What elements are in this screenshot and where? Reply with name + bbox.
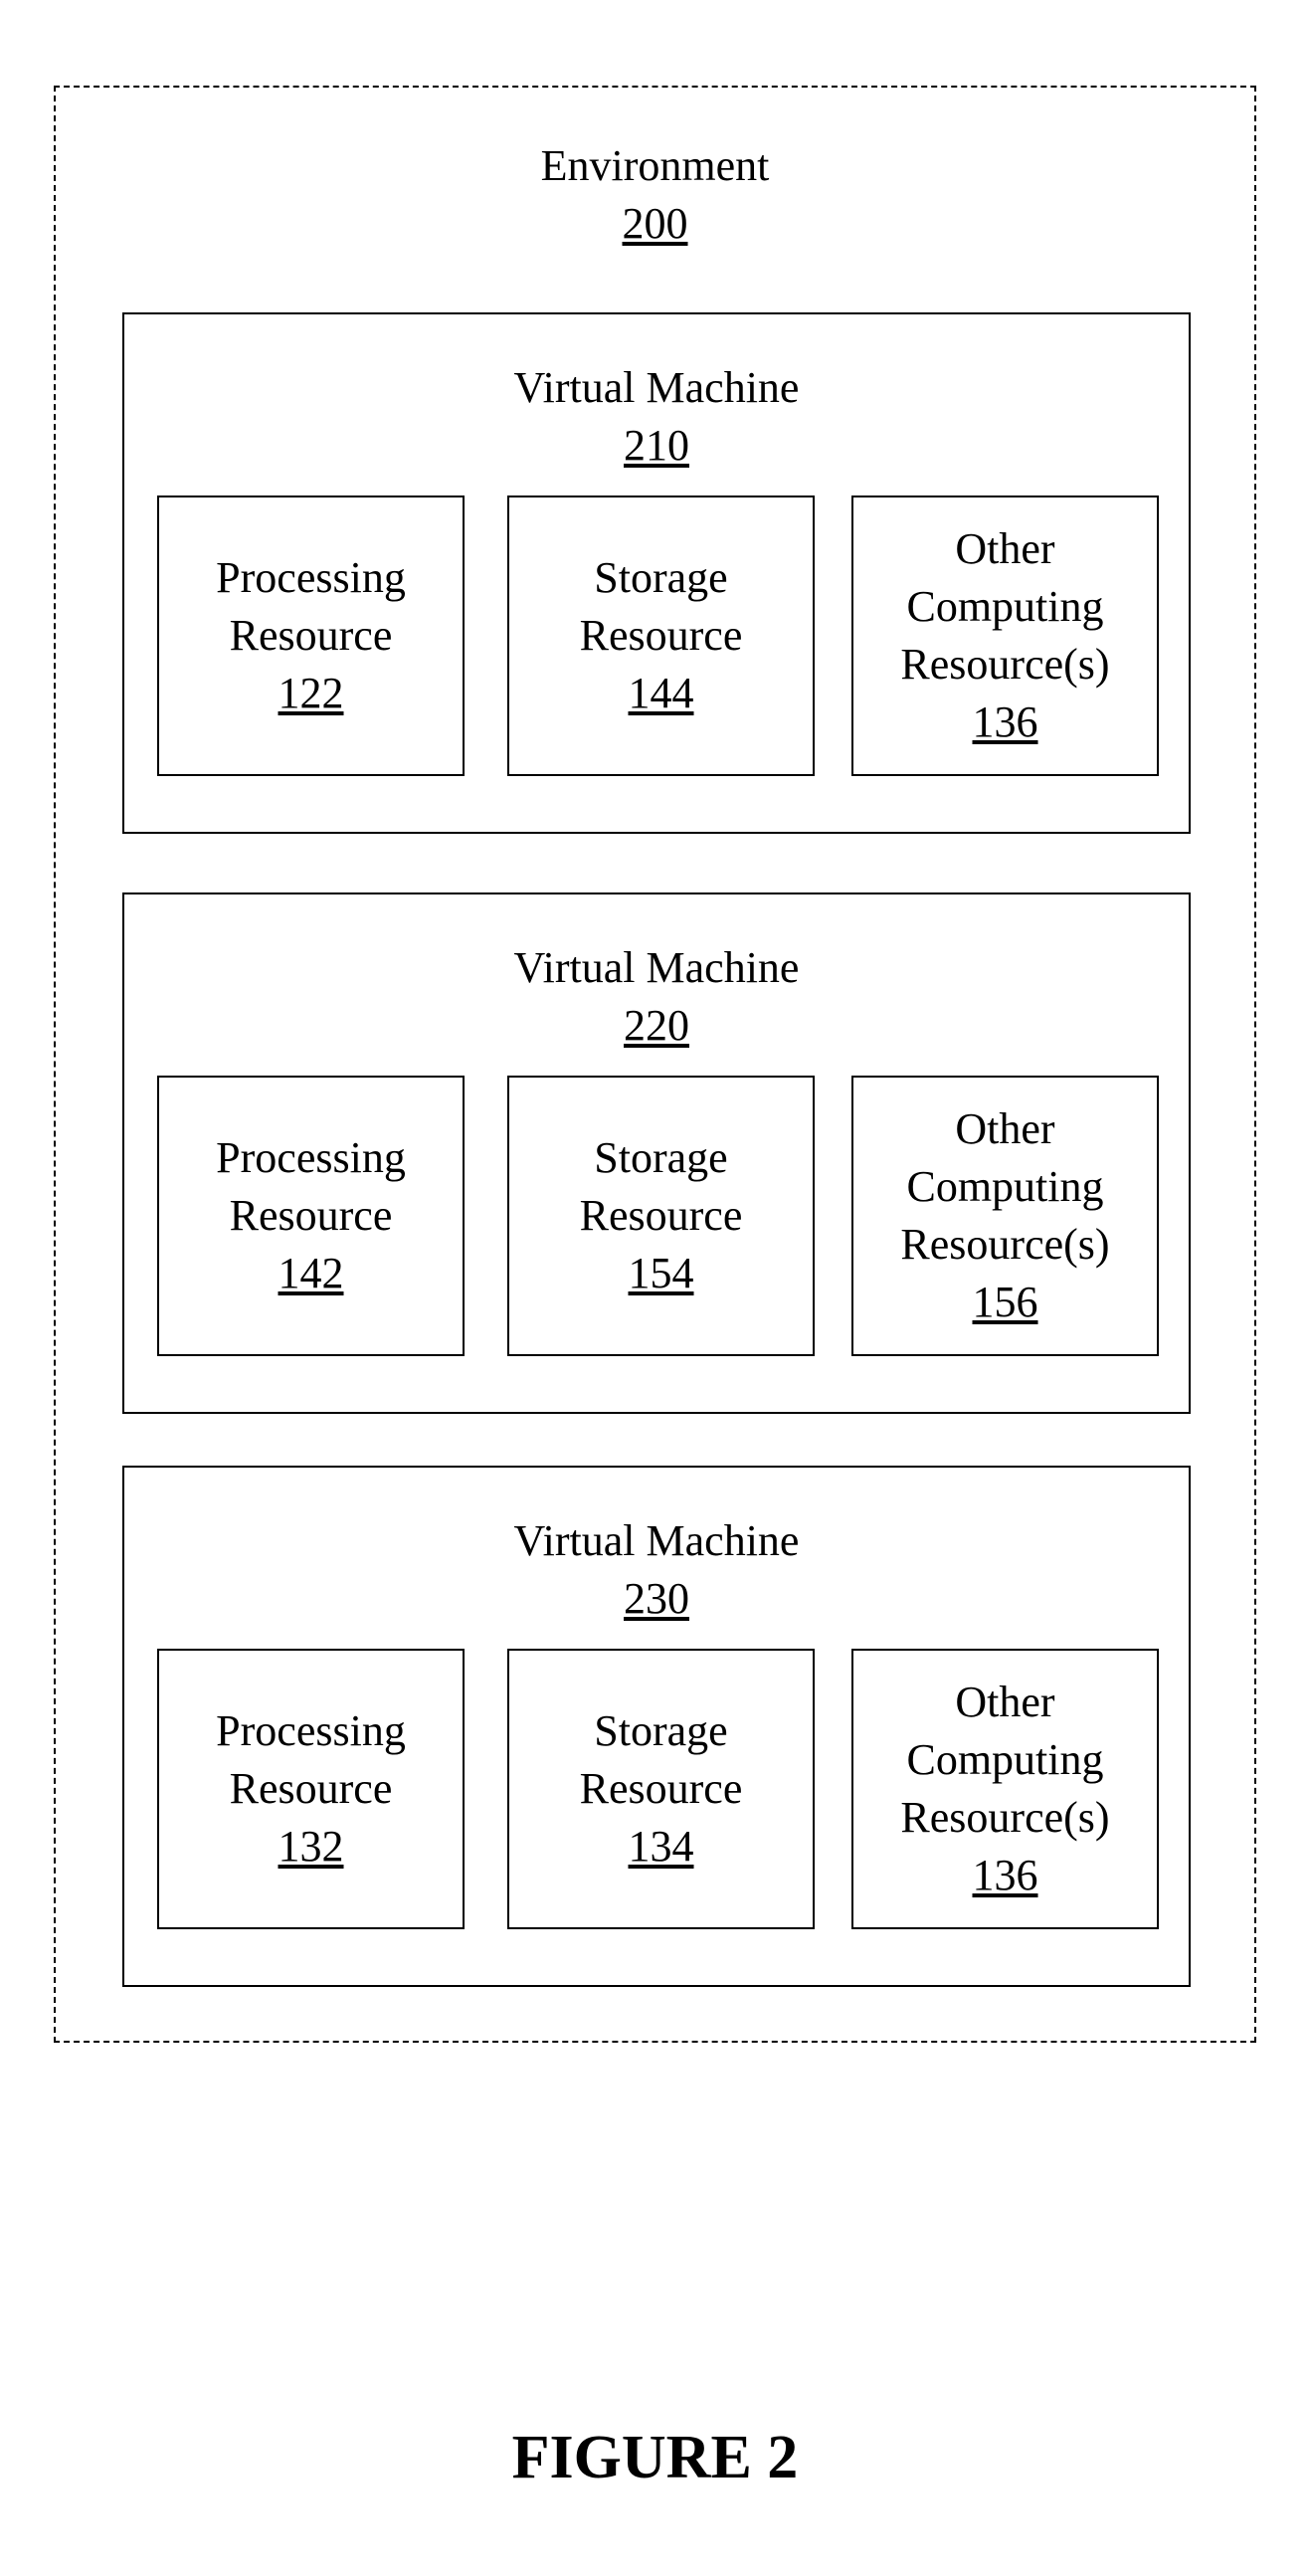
- resource-label-line: Processing: [216, 553, 406, 602]
- storage-resource: Storage Resource 134: [507, 1649, 815, 1929]
- processing-resource: Processing Resource 142: [157, 1076, 465, 1356]
- resource-number: 144: [628, 669, 694, 717]
- resource-label-line: Storage: [594, 1133, 728, 1182]
- processing-resource: Processing Resource 132: [157, 1649, 465, 1929]
- resource-label-line: Storage: [594, 553, 728, 602]
- resource-number: 136: [972, 1851, 1038, 1899]
- virtual-machine-230: Virtual Machine 230 Processing Resource …: [122, 1466, 1191, 1987]
- vm-title: Virtual Machine 210: [124, 359, 1189, 475]
- resource-number: 136: [972, 697, 1038, 746]
- resource-number: 132: [278, 1822, 344, 1871]
- resource-label-line: Processing: [216, 1133, 406, 1182]
- processing-resource: Processing Resource 122: [157, 495, 465, 776]
- other-computing-resources: Other Computing Resource(s) 156: [851, 1076, 1159, 1356]
- environment-title: Environment 200: [56, 137, 1254, 253]
- resource-label-line: Computing: [906, 582, 1104, 631]
- resource-label-line: Other: [955, 1104, 1055, 1153]
- resource-number: 134: [628, 1822, 694, 1871]
- resource-label-line: Processing: [216, 1706, 406, 1755]
- resource-label-line: Resource(s): [900, 1793, 1110, 1842]
- resource-label-line: Computing: [906, 1162, 1104, 1211]
- resource-label-line: Resource: [229, 611, 393, 660]
- virtual-machine-210: Virtual Machine 210 Processing Resource …: [122, 312, 1191, 834]
- figure-label: FIGURE 2: [511, 2424, 799, 2491]
- resource-number: 142: [278, 1249, 344, 1297]
- vm-number: 210: [624, 421, 689, 470]
- vm-title: Virtual Machine 220: [124, 939, 1189, 1055]
- vm-number: 230: [624, 1574, 689, 1623]
- resource-label-line: Storage: [594, 1706, 728, 1755]
- resource-label-line: Other: [955, 1678, 1055, 1726]
- resource-label-line: Resource(s): [900, 640, 1110, 689]
- resource-label-line: Resource: [229, 1191, 393, 1240]
- resource-label-line: Resource: [579, 611, 743, 660]
- resource-label-line: Computing: [906, 1735, 1104, 1784]
- vm-label: Virtual Machine: [513, 943, 800, 992]
- environment-number: 200: [622, 199, 688, 248]
- storage-resource: Storage Resource 154: [507, 1076, 815, 1356]
- vm-number: 220: [624, 1001, 689, 1050]
- other-computing-resources: Other Computing Resource(s) 136: [851, 1649, 1159, 1929]
- vm-label: Virtual Machine: [513, 1516, 800, 1565]
- resource-number: 156: [972, 1278, 1038, 1326]
- resource-label-line: Resource: [579, 1764, 743, 1813]
- vm-title: Virtual Machine 230: [124, 1512, 1189, 1628]
- resource-label-line: Resource: [579, 1191, 743, 1240]
- other-computing-resources: Other Computing Resource(s) 136: [851, 495, 1159, 776]
- vm-label: Virtual Machine: [513, 363, 800, 412]
- resource-number: 122: [278, 669, 344, 717]
- environment-label: Environment: [540, 141, 770, 190]
- resource-label-line: Resource: [229, 1764, 393, 1813]
- virtual-machine-220: Virtual Machine 220 Processing Resource …: [122, 892, 1191, 1414]
- storage-resource: Storage Resource 144: [507, 495, 815, 776]
- resource-number: 154: [628, 1249, 694, 1297]
- resource-label-line: Resource(s): [900, 1220, 1110, 1269]
- resource-label-line: Other: [955, 524, 1055, 573]
